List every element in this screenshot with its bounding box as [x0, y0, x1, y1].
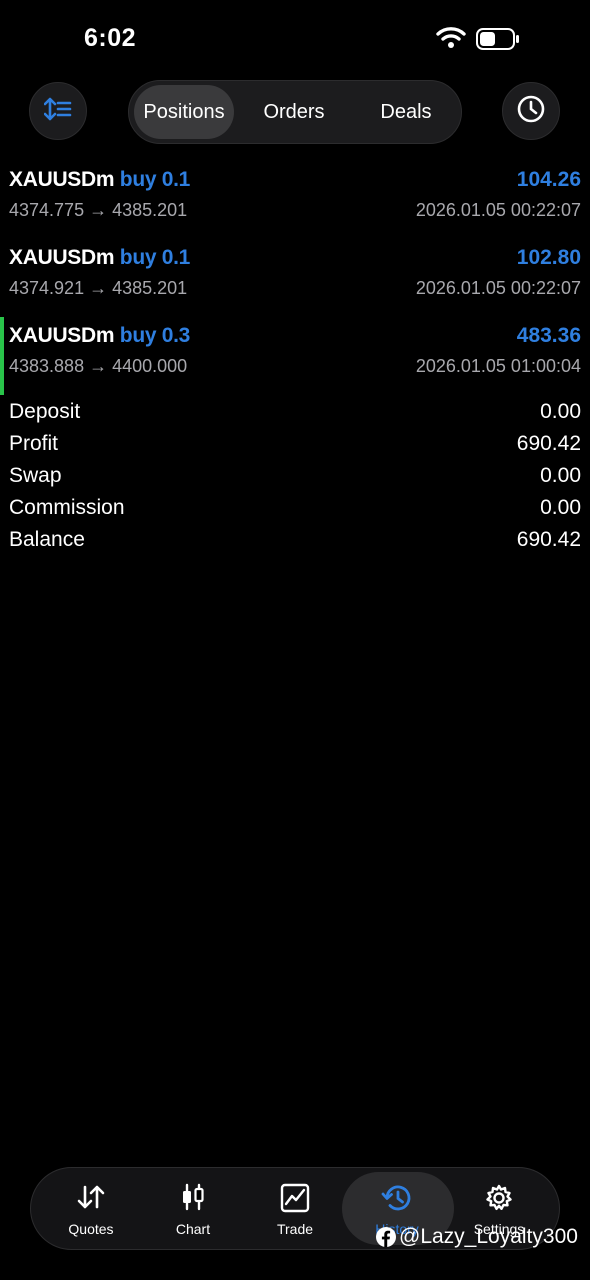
- summary-label: Profit: [9, 432, 59, 455]
- deal-prices: 4383.888 → 4400.000: [9, 356, 188, 376]
- trade-chart-icon: [280, 1183, 310, 1218]
- tab-deals[interactable]: Deals: [354, 85, 458, 139]
- tab-positions[interactable]: Positions: [134, 85, 234, 139]
- summary-row-deposit: Deposit 0.00: [0, 398, 590, 430]
- status-bar: 6:02: [0, 0, 590, 80]
- deal-symbol: XAUUSDm buy 0.1: [9, 168, 190, 192]
- deal-profit: 104.26: [516, 168, 581, 191]
- summary-label: Balance: [9, 528, 85, 551]
- candlestick-icon: [179, 1183, 207, 1216]
- deal-profit: 102.80: [516, 246, 581, 269]
- nav-label: Trade: [276, 1221, 314, 1237]
- history-toolbar: Positions Orders Deals: [0, 80, 590, 144]
- watermark: @Lazy_Loyalty300: [376, 1225, 578, 1249]
- tab-positions-label: Positions: [143, 100, 225, 123]
- deal-time: 2026.01.05 00:22:07: [415, 200, 581, 220]
- deal-row[interactable]: XAUUSDm buy 0.3 483.36 4383.888 → 4400.0…: [0, 317, 590, 396]
- deal-symbol: XAUUSDm buy 0.3: [9, 324, 190, 348]
- deal-row[interactable]: XAUUSDm buy 0.1 104.26 4374.775 → 4385.2…: [0, 162, 590, 240]
- summary-value: 0.00: [540, 464, 581, 487]
- deal-side: buy 0.1: [119, 246, 191, 269]
- nav-chart[interactable]: Chart: [141, 1168, 245, 1249]
- symbol-name: XAUUSDm: [9, 168, 115, 191]
- sort-icon: [43, 97, 72, 126]
- deal-side: buy 0.1: [119, 168, 191, 191]
- deal-time: 2026.01.05 00:22:07: [415, 278, 581, 298]
- nav-label: Quotes: [68, 1221, 114, 1237]
- sort-button[interactable]: [29, 82, 87, 140]
- tab-deals-label: Deals: [380, 100, 432, 123]
- quotes-arrows-icon: [76, 1183, 106, 1216]
- period-button[interactable]: [502, 82, 560, 140]
- summary-value: 690.42: [516, 528, 581, 551]
- view-segmented-control: Positions Orders Deals: [128, 80, 462, 144]
- summary-panel: Deposit 0.00 Profit 690.42 Swap 0.00 Com…: [0, 398, 590, 558]
- deal-prices: 4374.775 → 4385.201: [9, 200, 188, 220]
- nav-trade[interactable]: Trade: [243, 1168, 347, 1249]
- summary-row-profit: Profit 690.42: [0, 430, 590, 462]
- deal-profit: 483.36: [516, 324, 581, 347]
- history-clock-icon: [381, 1183, 413, 1218]
- symbol-name: XAUUSDm: [9, 246, 115, 269]
- nav-label: Chart: [175, 1221, 211, 1237]
- summary-row-balance: Balance 690.42: [0, 526, 590, 558]
- battery-icon: [476, 28, 520, 55]
- summary-label: Commission: [9, 496, 125, 519]
- nav-quotes[interactable]: Quotes: [39, 1168, 143, 1249]
- deal-time: 2026.01.05 01:00:04: [415, 356, 581, 376]
- gear-icon: [484, 1183, 514, 1218]
- summary-row-swap: Swap 0.00: [0, 462, 590, 494]
- wifi-icon: [436, 26, 466, 53]
- tab-orders-label: Orders: [263, 100, 325, 123]
- deal-symbol: XAUUSDm buy 0.1: [9, 246, 190, 270]
- deal-prices: 4374.921 → 4385.201: [9, 278, 188, 298]
- summary-value: 690.42: [516, 432, 581, 455]
- symbol-name: XAUUSDm: [9, 324, 115, 347]
- summary-value: 0.00: [540, 400, 581, 423]
- status-time: 6:02: [84, 24, 137, 52]
- facebook-icon: [376, 1227, 396, 1247]
- summary-value: 0.00: [540, 496, 581, 519]
- summary-label: Swap: [9, 464, 62, 487]
- selected-marker: [0, 317, 4, 395]
- deal-row[interactable]: XAUUSDm buy 0.1 102.80 4374.921 → 4385.2…: [0, 240, 590, 318]
- summary-label: Deposit: [9, 400, 81, 423]
- clock-icon: [516, 94, 546, 129]
- tab-orders[interactable]: Orders: [244, 85, 344, 139]
- summary-row-commission: Commission 0.00: [0, 494, 590, 526]
- deal-side: buy 0.3: [119, 324, 191, 347]
- watermark-text: @Lazy_Loyalty300: [399, 1225, 578, 1248]
